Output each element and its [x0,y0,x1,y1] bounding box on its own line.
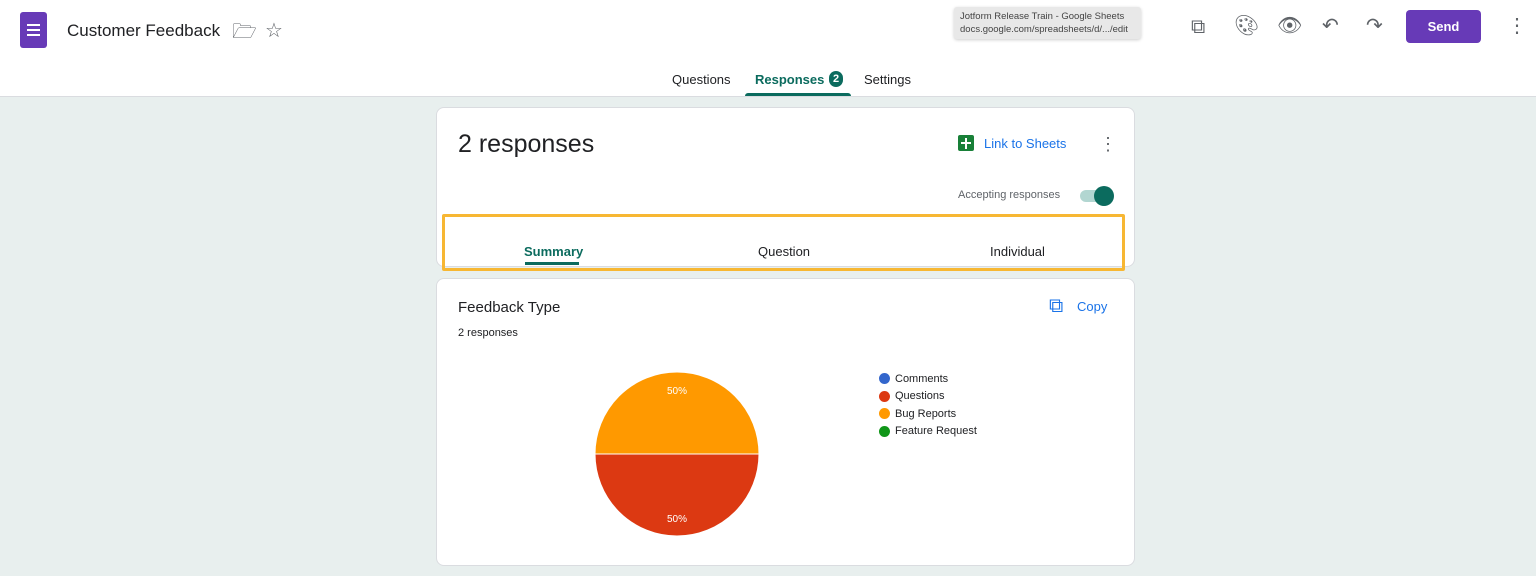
star-icon[interactable]: ☆ [265,21,283,41]
pie-data-label: 50% [667,386,687,397]
legend-swatch [879,408,890,420]
legend-swatch [879,390,890,402]
tooltip: Jotform Release Train - Google Sheets doc… [954,7,1141,39]
form-title[interactable]: Customer Feedback [67,21,220,41]
undo-icon[interactable]: ↶ [1322,16,1339,36]
tooltip-url: docs.google.com/spreadsheets/d/.../edit [960,24,1128,35]
tab-responses[interactable]: Responses [755,72,824,87]
legend-item: Bug Reports [879,405,977,423]
sheets-icon[interactable] [958,135,974,151]
question-summary-card: Feedback Type 2 responses ⧉ Copy 50% 50% … [436,278,1135,566]
legend-item: Questions [879,388,977,406]
legend-item: Comments [879,370,977,388]
pie-data-label: 50% [667,514,687,525]
more-vert-icon[interactable]: ⋮ [1507,16,1527,36]
legend-label: Feature Request [895,425,977,438]
accepting-responses-label: Accepting responses [958,189,1061,201]
palette-icon[interactable]: 🎨︎ [1234,16,1259,36]
copy-icon[interactable]: ⧉ [1049,296,1063,316]
preview-eye-icon[interactable]: 👁︎ [1277,16,1302,36]
tab-questions[interactable]: Questions [672,72,731,87]
folder-icon[interactable]: 🗁 [232,22,257,42]
addon-puzzle-icon[interactable]: ⧉ [1191,17,1205,37]
send-button[interactable]: Send [1406,10,1481,43]
copy-chart-button[interactable]: Copy [1077,299,1107,314]
responses-count-title: 2 responses [458,130,595,158]
question-title: Feedback Type [458,299,561,316]
legend-item: Feature Request [879,423,977,441]
responses-count-badge: 2 [829,71,843,87]
legend-swatch [879,425,890,437]
highlight-box [442,214,1125,271]
redo-icon[interactable]: ↷ [1366,16,1383,36]
legend-label: Questions [895,390,945,403]
pie-chart: 50% 50% [594,371,760,537]
forms-logo-icon[interactable] [20,12,47,48]
tooltip-title: Jotform Release Train - Google Sheets [960,11,1125,22]
more-options-icon[interactable]: ⋮ [1099,134,1117,154]
legend-label: Bug Reports [895,407,957,420]
link-to-sheets-button[interactable]: Link to Sheets [984,136,1066,151]
active-tab-indicator [745,93,851,96]
accepting-responses-toggle[interactable] [1080,186,1114,206]
tab-settings[interactable]: Settings [864,72,911,87]
app-header: Customer Feedback 🗁 ☆ Jotform Release Tr… [0,0,1536,97]
legend-swatch [879,373,890,385]
question-response-count: 2 responses [458,327,518,339]
chart-legend: Comments Questions Bug Reports Feature Requ… [879,370,977,440]
pie-slice-bug-reports[interactable] [594,371,760,455]
legend-label: Comments [895,372,949,385]
